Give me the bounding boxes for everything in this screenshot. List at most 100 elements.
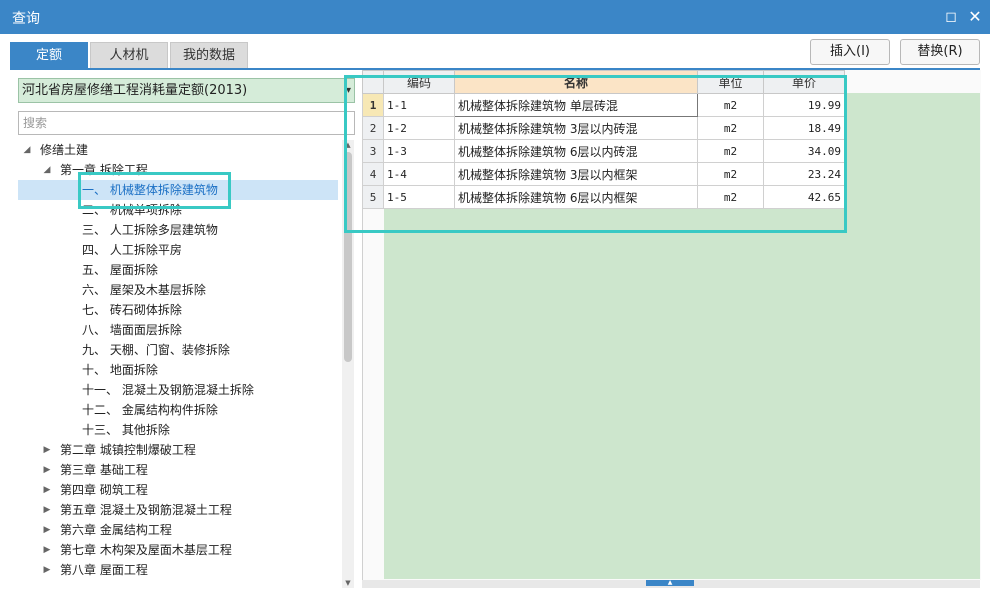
close-icon[interactable]: ✕ [966, 8, 984, 26]
collapsed-caret-icon[interactable]: ▶ [42, 440, 52, 460]
collapsed-caret-icon[interactable]: ▶ [42, 520, 52, 540]
tree-item-label: 十、 地面拆除 [82, 363, 158, 377]
library-select[interactable]: 河北省房屋修缮工程消耗量定额(2013) ▾ [18, 78, 355, 103]
collapsed-caret-icon[interactable]: ▶ [42, 560, 52, 580]
tab-quota[interactable]: 定额 [10, 42, 88, 68]
cell-code[interactable]: 1-5 [383, 185, 455, 209]
tree-item[interactable]: 五、 屋面拆除 [18, 260, 338, 280]
tree-chapter[interactable]: ▶ 第三章 基础工程 [18, 460, 338, 480]
tree-chapter-label: 第六章 金属结构工程 [60, 523, 172, 537]
quota-tree: ◢ 修缮土建 ◢ 第一章 拆除工程 一、 机械整体拆除建筑物 二、 机械单项拆除三… [18, 140, 340, 588]
tree-chapter[interactable]: ▶ 第八章 屋面工程 [18, 560, 338, 580]
cell-code[interactable]: 1-3 [383, 139, 455, 163]
tree-item[interactable]: 六、 屋架及木基层拆除 [18, 280, 338, 300]
row-number[interactable]: 2 [362, 116, 384, 140]
tree-chapter[interactable]: ▶ 第七章 木构架及屋面木基层工程 [18, 540, 338, 560]
cell-code[interactable]: 1-4 [383, 162, 455, 186]
quota-grid: 编码 名称 单位 单价 1 1-1 机械整体拆除建筑物 单层砖混 m2 19.99 2 1-… [362, 70, 845, 209]
tree-item-label: 十一、 混凝土及钢筋混凝土拆除 [82, 383, 254, 397]
cell-unit[interactable]: m2 [697, 185, 764, 209]
collapsed-caret-icon[interactable]: ▶ [42, 460, 52, 480]
scroll-thumb[interactable] [344, 152, 352, 362]
row-number[interactable]: 4 [362, 162, 384, 186]
collapsed-caret-icon[interactable]: ▶ [42, 480, 52, 500]
tree-root[interactable]: ◢ 修缮土建 [18, 140, 338, 160]
cell-name[interactable]: 机械整体拆除建筑物 6层以内砖混 [454, 139, 698, 163]
row-number[interactable]: 3 [362, 139, 384, 163]
cell-name[interactable]: 机械整体拆除建筑物 3层以内砖混 [454, 116, 698, 140]
tree-chapter-1[interactable]: ◢ 第一章 拆除工程 [18, 160, 338, 180]
collapsed-caret-icon[interactable]: ▶ [42, 540, 52, 560]
tree-item[interactable]: 二、 机械单项拆除 [18, 200, 338, 220]
cell-name[interactable]: 机械整体拆除建筑物 6层以内框架 [454, 185, 698, 209]
cell-unit[interactable]: m2 [697, 139, 764, 163]
tree-item-label: 九、 天棚、门窗、装修拆除 [82, 343, 230, 357]
tab-materials[interactable]: 人材机 [90, 42, 168, 68]
column-header-price[interactable]: 单价 [763, 70, 845, 94]
tree-item-label: 七、 砖石砌体拆除 [82, 303, 182, 317]
cell-name[interactable]: 机械整体拆除建筑物 单层砖混 [454, 93, 698, 117]
tree-item[interactable]: 八、 墙面面层拆除 [18, 320, 338, 340]
grid-header-row: 编码 名称 单位 单价 [362, 70, 845, 94]
tree-item[interactable]: 十、 地面拆除 [18, 360, 338, 380]
tree-item[interactable]: 九、 天棚、门窗、装修拆除 [18, 340, 338, 360]
insert-button[interactable]: 插入(I) [810, 39, 890, 65]
tree-scrollbar[interactable]: ▲ ▼ [342, 140, 354, 588]
cell-price[interactable]: 19.99 [763, 93, 845, 117]
tree-item[interactable]: 一、 机械整体拆除建筑物 [18, 180, 338, 200]
tab-my-data[interactable]: 我的数据 [170, 42, 248, 68]
cell-price[interactable]: 34.09 [763, 139, 845, 163]
cell-name[interactable]: 机械整体拆除建筑物 3层以内框架 [454, 162, 698, 186]
tree-item-label: 二、 机械单项拆除 [82, 203, 182, 217]
tree-item-label: 八、 墙面面层拆除 [82, 323, 182, 337]
splitter-grip-icon[interactable]: ▲ [646, 580, 694, 586]
row-number[interactable]: 5 [362, 185, 384, 209]
tree-item[interactable]: 四、 人工拆除平房 [18, 240, 338, 260]
tree-item[interactable]: 十二、 金属结构构件拆除 [18, 400, 338, 420]
column-header-code[interactable]: 编码 [383, 70, 455, 94]
tree-chapter-label: 第二章 城镇控制爆破工程 [60, 443, 196, 457]
tree-item-label: 一、 机械整体拆除建筑物 [82, 183, 218, 197]
table-row[interactable]: 1 1-1 机械整体拆除建筑物 单层砖混 m2 19.99 [362, 93, 845, 117]
cell-unit[interactable]: m2 [697, 116, 764, 140]
cell-code[interactable]: 1-1 [383, 93, 455, 117]
table-row[interactable]: 3 1-3 机械整体拆除建筑物 6层以内砖混 m2 34.09 [362, 139, 845, 163]
replace-button[interactable]: 替换(R) [900, 39, 980, 65]
tree-root-label: 修缮土建 [40, 143, 89, 157]
tree-item-label: 六、 屋架及木基层拆除 [82, 283, 206, 297]
window-title: 查询 [12, 11, 40, 27]
tree-item-label: 十三、 其他拆除 [82, 423, 170, 437]
tree-item[interactable]: 十一、 混凝土及钢筋混凝土拆除 [18, 380, 338, 400]
tree-chapter-label: 第八章 屋面工程 [60, 563, 148, 577]
search-input[interactable] [18, 111, 355, 135]
dropdown-arrow-icon[interactable]: ▾ [346, 79, 351, 102]
tree-chapter[interactable]: ▶ 第五章 混凝土及钢筋混凝土工程 [18, 500, 338, 520]
cell-price[interactable]: 18.49 [763, 116, 845, 140]
table-row[interactable]: 2 1-2 机械整体拆除建筑物 3层以内砖混 m2 18.49 [362, 116, 845, 140]
table-row[interactable]: 5 1-5 机械整体拆除建筑物 6层以内框架 m2 42.65 [362, 185, 845, 209]
cell-price[interactable]: 42.65 [763, 185, 845, 209]
tree-item-label: 十二、 金属结构构件拆除 [82, 403, 218, 417]
cell-unit[interactable]: m2 [697, 162, 764, 186]
collapsed-caret-icon[interactable]: ▶ [42, 500, 52, 520]
column-header-unit[interactable]: 单位 [697, 70, 764, 94]
tree-chapter[interactable]: ▶ 第二章 城镇控制爆破工程 [18, 440, 338, 460]
column-header-name[interactable]: 名称 [454, 70, 698, 94]
table-row[interactable]: 4 1-4 机械整体拆除建筑物 3层以内框架 m2 23.24 [362, 162, 845, 186]
maximize-icon[interactable]: ◻ [942, 8, 960, 26]
tree-item[interactable]: 七、 砖石砌体拆除 [18, 300, 338, 320]
tree-item[interactable]: 十三、 其他拆除 [18, 420, 338, 440]
expanded-caret-icon[interactable]: ◢ [22, 140, 32, 160]
row-number[interactable]: 1 [362, 93, 384, 117]
tree-item-label: 三、 人工拆除多层建筑物 [82, 223, 218, 237]
cell-price[interactable]: 23.24 [763, 162, 845, 186]
expanded-caret-icon[interactable]: ◢ [42, 160, 52, 180]
tree-item-label: 四、 人工拆除平房 [82, 243, 182, 257]
tree-item[interactable]: 三、 人工拆除多层建筑物 [18, 220, 338, 240]
scroll-down-icon[interactable]: ▼ [342, 578, 354, 588]
scroll-up-icon[interactable]: ▲ [342, 140, 354, 150]
tree-chapter[interactable]: ▶ 第六章 金属结构工程 [18, 520, 338, 540]
cell-code[interactable]: 1-2 [383, 116, 455, 140]
tree-chapter[interactable]: ▶ 第四章 砌筑工程 [18, 480, 338, 500]
cell-unit[interactable]: m2 [697, 93, 764, 117]
